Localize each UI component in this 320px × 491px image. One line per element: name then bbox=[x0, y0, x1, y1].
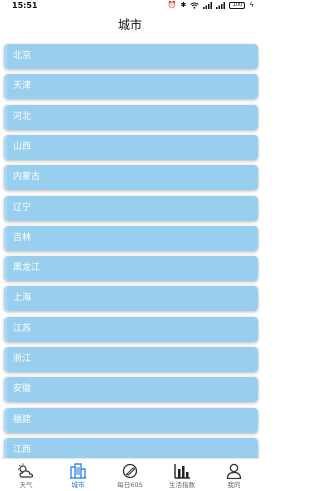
battery-icon: 100 bbox=[229, 2, 246, 9]
tab-daily-label: 每日60S bbox=[117, 481, 143, 489]
wifi-icon bbox=[190, 2, 200, 9]
tab-mine[interactable]: 我的 bbox=[208, 459, 260, 491]
list-item[interactable]: 辽宁 bbox=[4, 195, 258, 221]
status-icons: ⏰ ✱ 100 ϟ bbox=[168, 0, 254, 11]
chart-icon bbox=[174, 464, 190, 479]
daily-icon bbox=[122, 463, 138, 479]
charging-icon: ϟ bbox=[249, 1, 254, 9]
status-bar: 15:51 ⏰ ✱ 100 ϟ bbox=[0, 0, 260, 11]
city-icon bbox=[70, 463, 86, 479]
tab-weather-label: 天气 bbox=[19, 481, 33, 489]
tab-life-index-label: 生活指数 bbox=[169, 481, 195, 489]
list-item[interactable]: 北京 bbox=[4, 44, 258, 69]
page-title: 城市 bbox=[117, 18, 142, 32]
user-icon bbox=[226, 463, 242, 479]
list-item[interactable]: 安徽 bbox=[4, 377, 258, 403]
signal-icon bbox=[203, 2, 213, 9]
city-list: 北京天津河北山西内蒙古辽宁吉林黑龙江上海江苏浙江安徽福建江西 bbox=[0, 39, 260, 458]
list-item[interactable]: 浙江 bbox=[4, 347, 258, 372]
list-item[interactable]: 江苏 bbox=[4, 316, 258, 342]
page-header: 城市 bbox=[0, 11, 260, 39]
list-item[interactable]: 吉林 bbox=[4, 225, 258, 251]
list-item[interactable]: 福建 bbox=[4, 407, 258, 433]
bottom-tab-bar: 天气 城市 每日60S 生活指数 我的 bbox=[0, 458, 260, 491]
weather-icon bbox=[18, 463, 34, 478]
status-time: 15:51 bbox=[12, 1, 38, 10]
bluetooth-icon: ✱ bbox=[180, 1, 187, 9]
list-item[interactable]: 江西 bbox=[4, 437, 258, 458]
tab-life-index[interactable]: 生活指数 bbox=[156, 459, 208, 491]
tab-daily[interactable]: 每日60S bbox=[104, 459, 156, 491]
list-item[interactable]: 黑龙江 bbox=[4, 256, 258, 282]
list-item[interactable]: 山西 bbox=[4, 134, 258, 160]
tab-weather[interactable]: 天气 bbox=[0, 459, 52, 491]
tab-city-label: 城市 bbox=[71, 481, 85, 489]
signal-icon-2 bbox=[216, 2, 226, 9]
tab-city[interactable]: 城市 bbox=[52, 459, 104, 491]
list-item[interactable]: 河北 bbox=[4, 104, 258, 130]
list-item[interactable]: 天津 bbox=[4, 74, 258, 100]
alarm-icon: ⏰ bbox=[167, 1, 177, 9]
list-item[interactable]: 内蒙古 bbox=[4, 165, 258, 191]
tab-mine-label: 我的 bbox=[227, 481, 241, 489]
list-item[interactable]: 上海 bbox=[4, 286, 258, 312]
